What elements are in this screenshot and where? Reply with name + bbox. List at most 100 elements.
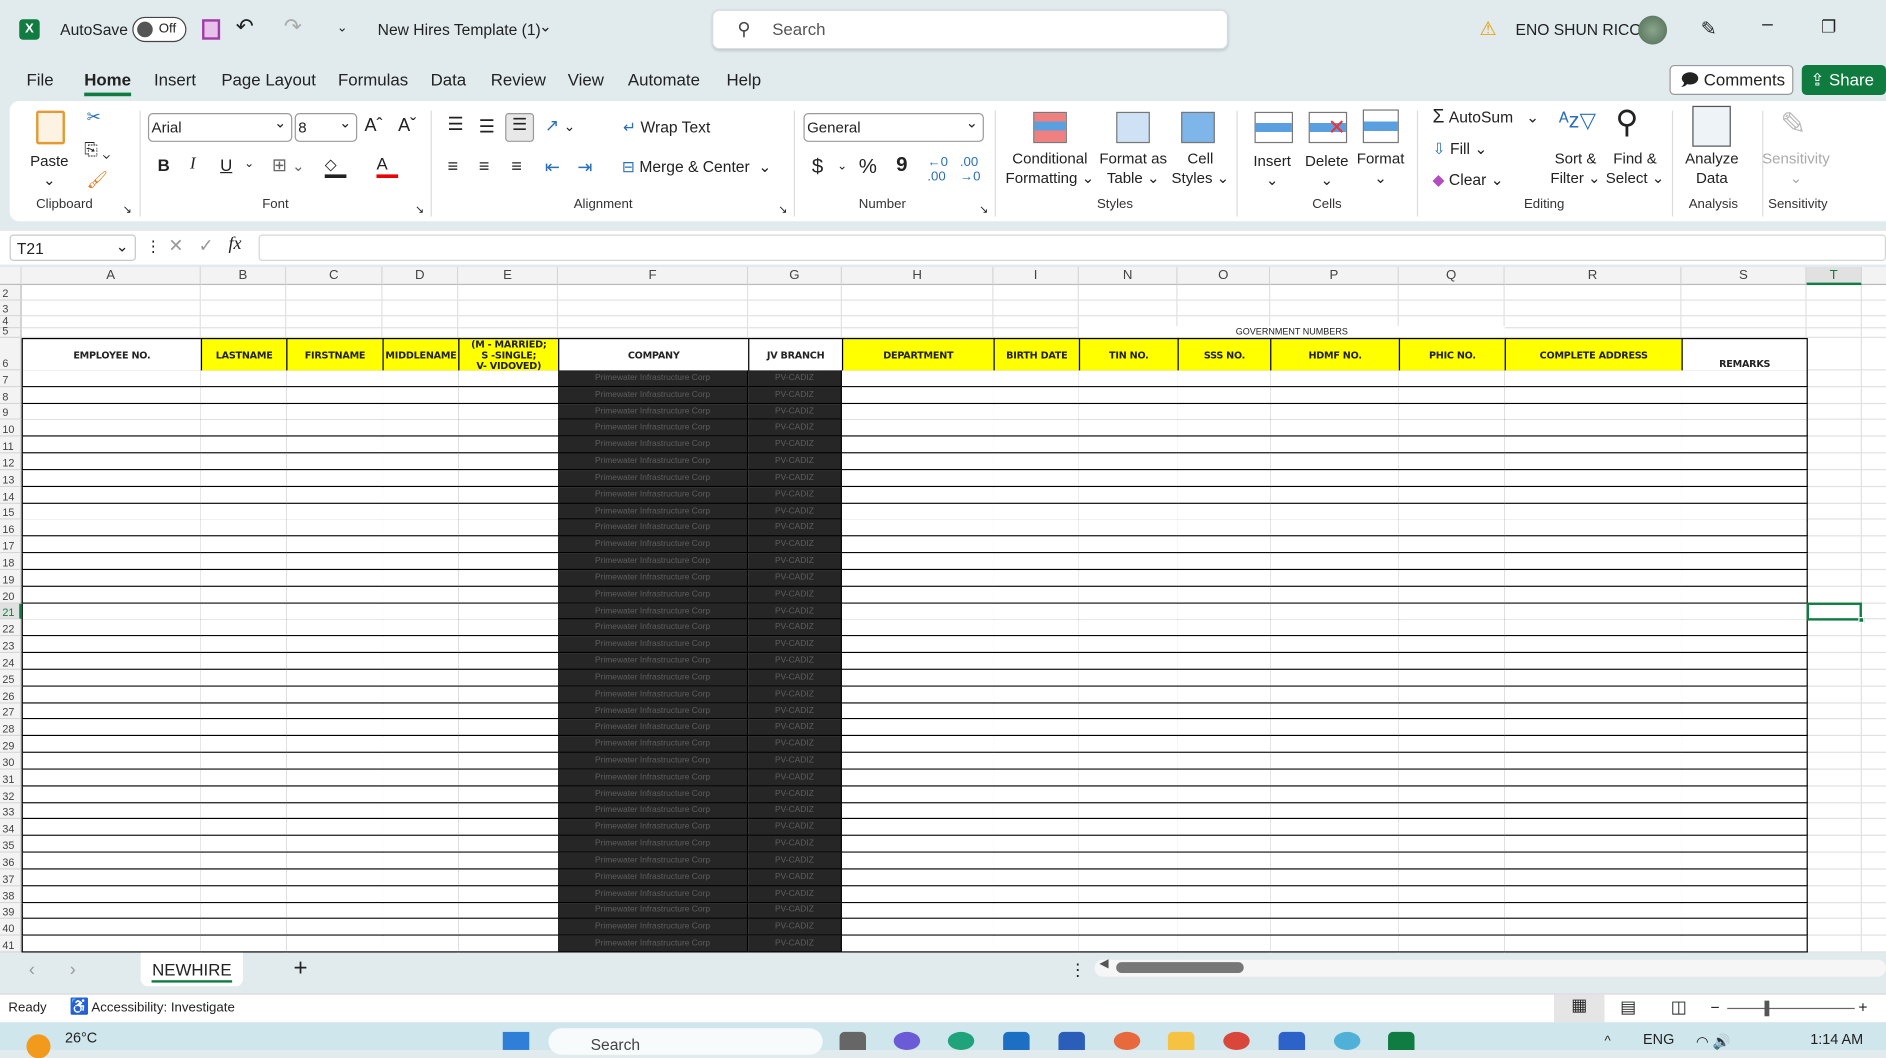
data-cell[interactable] bbox=[286, 387, 384, 404]
data-cell[interactable] bbox=[458, 536, 560, 554]
top-align-icon[interactable]: ☰ bbox=[447, 113, 463, 134]
data-cell[interactable] bbox=[841, 886, 995, 903]
data-cell[interactable] bbox=[21, 786, 203, 803]
cell[interactable] bbox=[1861, 487, 1886, 504]
data-cell[interactable] bbox=[286, 736, 384, 754]
data-cell[interactable] bbox=[382, 935, 460, 953]
data-cell[interactable] bbox=[200, 370, 288, 388]
name-box[interactable]: T21 ⌄ bbox=[9, 234, 136, 261]
tray-chevron-icon[interactable]: ^ bbox=[1605, 1034, 1611, 1048]
more-options-icon[interactable]: ⋮ bbox=[146, 237, 162, 256]
data-cell[interactable] bbox=[286, 686, 384, 704]
column-header-g[interactable]: G bbox=[748, 266, 842, 286]
row-header-28[interactable]: 28 bbox=[0, 719, 22, 737]
data-cell[interactable] bbox=[458, 470, 560, 487]
data-cell[interactable] bbox=[200, 819, 288, 837]
row-header-8[interactable]: 8 bbox=[0, 387, 22, 404]
jv-branch-cell[interactable]: PV-CADIZ bbox=[748, 486, 842, 504]
data-cell[interactable] bbox=[21, 902, 203, 920]
sensitivity-button[interactable]: Sensitivity ⌄ bbox=[1762, 149, 1830, 187]
cell[interactable] bbox=[841, 328, 994, 338]
data-cell[interactable] bbox=[382, 370, 460, 388]
data-cell[interactable] bbox=[458, 886, 560, 903]
company-cell[interactable]: Primewater Infrastructure Corp bbox=[558, 586, 749, 604]
data-cell[interactable] bbox=[458, 520, 560, 537]
company-cell[interactable]: Primewater Infrastructure Corp bbox=[558, 836, 749, 853]
row-header-2[interactable]: 2 bbox=[0, 285, 22, 301]
data-cell[interactable] bbox=[993, 902, 1081, 920]
alignment-launcher-icon[interactable]: ↘ bbox=[778, 203, 787, 216]
header-cell[interactable]: REMARKS bbox=[1681, 337, 1808, 372]
data-cell[interactable] bbox=[1398, 752, 1506, 770]
company-cell[interactable]: Primewater Infrastructure Corp bbox=[558, 387, 749, 404]
data-cell[interactable] bbox=[1270, 570, 1401, 587]
data-cell[interactable] bbox=[1078, 420, 1179, 438]
data-cell[interactable] bbox=[1504, 802, 1683, 820]
data-cell[interactable] bbox=[458, 736, 560, 754]
data-cell[interactable] bbox=[1270, 719, 1401, 737]
data-cell[interactable] bbox=[382, 387, 460, 404]
number-launcher-icon[interactable]: ↘ bbox=[979, 203, 988, 216]
cell[interactable] bbox=[200, 300, 287, 317]
data-cell[interactable] bbox=[200, 570, 288, 587]
jv-branch-cell[interactable]: PV-CADIZ bbox=[748, 935, 842, 953]
percent-button[interactable]: % bbox=[859, 155, 877, 179]
data-cell[interactable] bbox=[1270, 436, 1401, 454]
data-cell[interactable] bbox=[1398, 370, 1506, 388]
column-header-s[interactable]: S bbox=[1681, 266, 1807, 286]
cell[interactable] bbox=[1270, 285, 1399, 301]
data-cell[interactable] bbox=[286, 370, 384, 388]
data-cell[interactable] bbox=[200, 703, 288, 720]
company-cell[interactable]: Primewater Infrastructure Corp bbox=[558, 935, 749, 953]
cell[interactable] bbox=[1806, 669, 1862, 687]
cell[interactable] bbox=[1806, 300, 1862, 317]
data-cell[interactable] bbox=[1504, 370, 1683, 388]
data-cell[interactable] bbox=[458, 586, 560, 604]
data-cell[interactable] bbox=[993, 719, 1081, 737]
header-cell[interactable]: COMPANY bbox=[558, 337, 750, 372]
cell[interactable] bbox=[1861, 316, 1886, 329]
cell[interactable] bbox=[1861, 570, 1886, 587]
column-header-o[interactable]: O bbox=[1177, 266, 1271, 286]
cell[interactable] bbox=[1504, 316, 1682, 329]
data-cell[interactable] bbox=[21, 553, 203, 571]
cell[interactable] bbox=[1806, 453, 1862, 471]
data-cell[interactable] bbox=[841, 802, 995, 820]
data-cell[interactable] bbox=[993, 553, 1081, 571]
jv-branch-cell[interactable]: PV-CADIZ bbox=[748, 586, 842, 604]
cell[interactable] bbox=[1861, 853, 1886, 870]
data-cell[interactable] bbox=[1398, 769, 1506, 787]
cell[interactable] bbox=[1861, 620, 1886, 637]
cell[interactable] bbox=[1806, 553, 1862, 571]
sheet-options-icon[interactable]: ⋮ bbox=[1069, 960, 1086, 980]
edge-icon[interactable] bbox=[947, 1031, 975, 1050]
row-header-32[interactable]: 32 bbox=[0, 786, 22, 803]
row-header-33[interactable]: 33 bbox=[0, 802, 22, 820]
data-cell[interactable] bbox=[1504, 686, 1683, 704]
data-cell[interactable] bbox=[1177, 886, 1272, 903]
jv-branch-cell[interactable]: PV-CADIZ bbox=[748, 869, 842, 887]
data-cell[interactable] bbox=[1398, 786, 1506, 803]
data-cell[interactable] bbox=[1504, 752, 1683, 770]
row-header-27[interactable]: 27 bbox=[0, 703, 22, 720]
data-cell[interactable] bbox=[21, 603, 203, 620]
data-cell[interactable] bbox=[286, 669, 384, 687]
data-cell[interactable] bbox=[841, 453, 995, 471]
column-header-b[interactable]: B bbox=[200, 266, 287, 286]
data-cell[interactable] bbox=[1177, 503, 1272, 521]
cell[interactable] bbox=[1806, 869, 1862, 887]
jv-branch-cell[interactable]: PV-CADIZ bbox=[748, 387, 842, 404]
cell[interactable] bbox=[1861, 553, 1886, 571]
accessibility-status[interactable]: Accessibility: Investigate bbox=[91, 1001, 234, 1015]
data-cell[interactable] bbox=[993, 852, 1081, 870]
cell[interactable] bbox=[1806, 935, 1862, 953]
weather-icon[interactable] bbox=[26, 1034, 51, 1058]
cell[interactable] bbox=[1806, 387, 1862, 404]
cell[interactable] bbox=[1806, 486, 1862, 504]
teams-icon[interactable] bbox=[893, 1031, 921, 1050]
data-cell[interactable] bbox=[841, 503, 995, 521]
data-cell[interactable] bbox=[382, 586, 460, 604]
data-cell[interactable] bbox=[458, 653, 560, 670]
cell[interactable] bbox=[993, 300, 1079, 317]
data-cell[interactable] bbox=[21, 852, 203, 870]
